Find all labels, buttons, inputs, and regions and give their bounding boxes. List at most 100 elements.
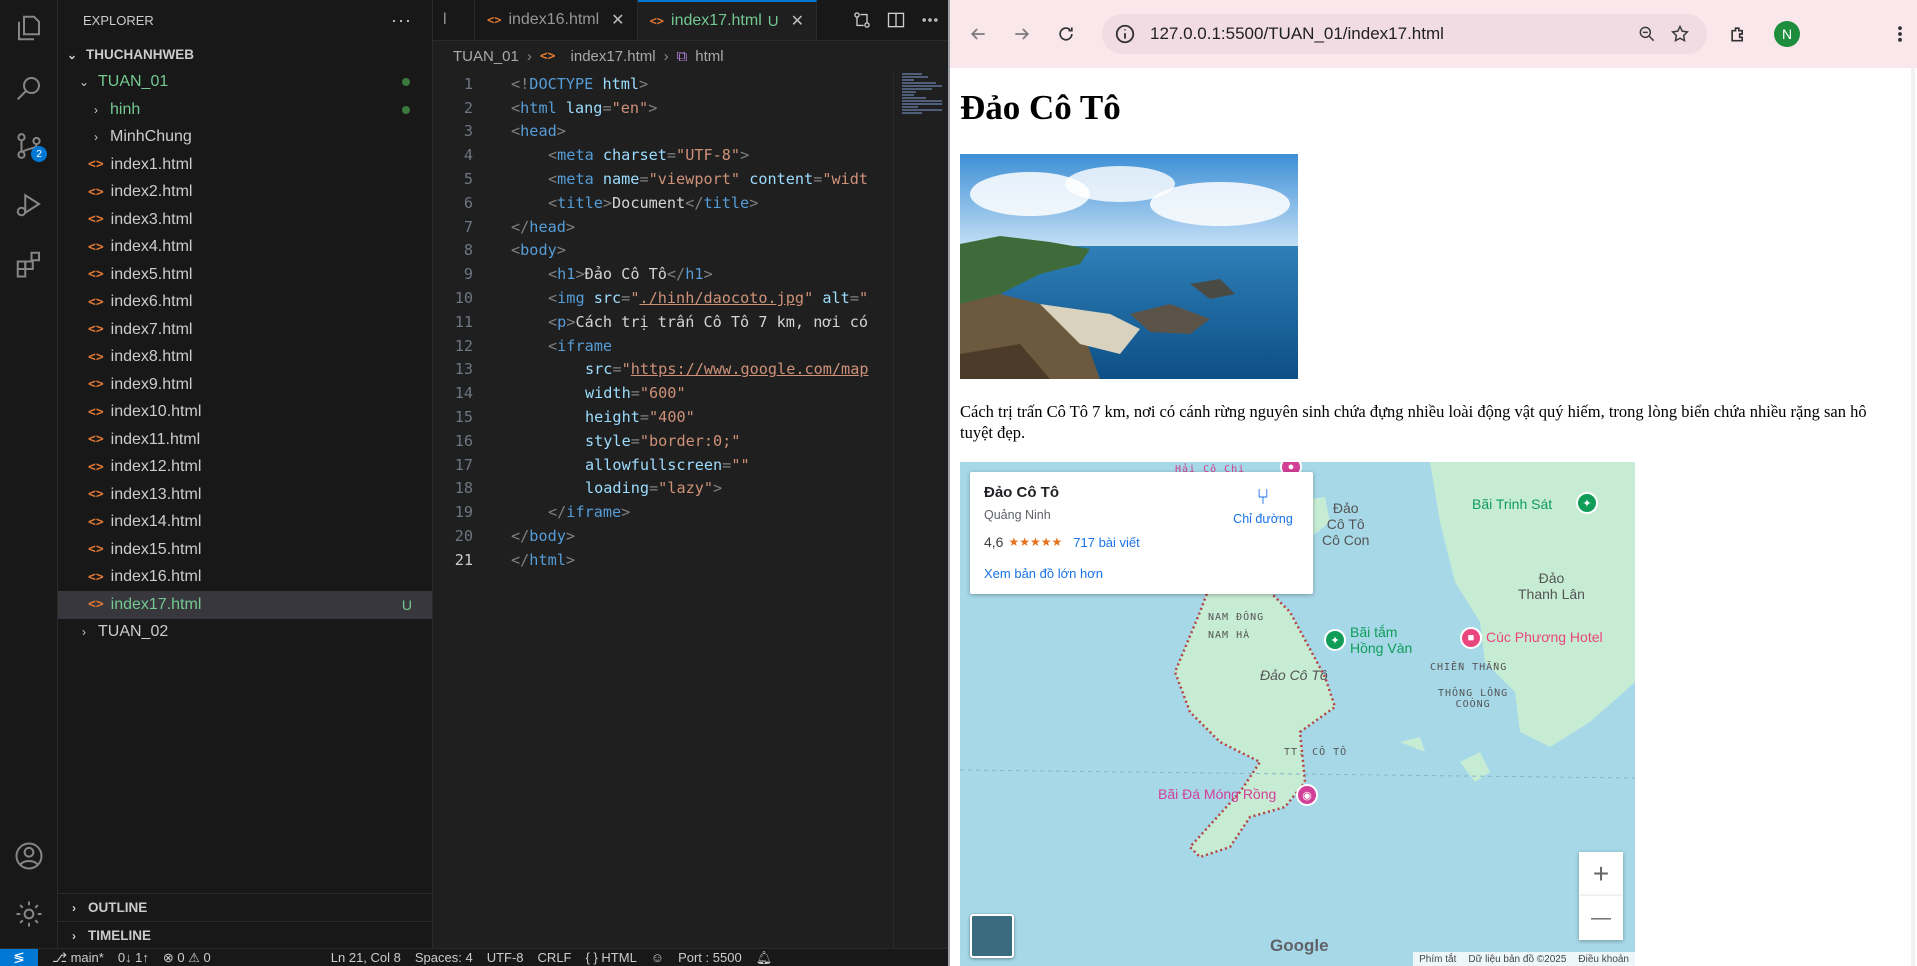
workspace-root[interactable]: ⌄ THUCHANHWEB	[58, 41, 432, 69]
code-text: allowfullscreen=""	[487, 456, 750, 474]
file-item[interactable]: <> index14.html	[58, 509, 432, 537]
shortcuts-link[interactable]: Phím tắt	[1419, 954, 1456, 965]
forward-icon[interactable]	[1010, 22, 1034, 46]
close-icon[interactable]: ✕	[611, 10, 624, 30]
account-icon[interactable]	[11, 838, 47, 874]
compare-changes-icon[interactable]	[852, 10, 872, 30]
modified-dot	[402, 105, 410, 114]
live-server-port[interactable]: Port : 5500	[678, 950, 742, 965]
extensions-puzzle-icon[interactable]	[1726, 22, 1750, 46]
explorer-icon[interactable]	[11, 10, 47, 46]
sync-indicator[interactable]: 0↓ 1↑	[118, 950, 149, 965]
directions-button[interactable]: ⑂ Chỉ đường	[1228, 486, 1298, 527]
more-actions-icon[interactable]: ···	[391, 10, 412, 31]
folder-tuan01[interactable]: ⌄ TUAN_01	[58, 69, 432, 97]
chevron-right-icon: ›	[82, 625, 86, 640]
terms-link[interactable]: Điều khoản	[1578, 954, 1629, 965]
page-scrollbar[interactable]	[1911, 68, 1915, 966]
zoom-in-button[interactable]: +	[1579, 852, 1623, 896]
code-text: <h1>Đảo Cô Tô</h1>	[487, 265, 713, 283]
file-item[interactable]: <> index1.html	[58, 151, 432, 179]
file-item[interactable]: <> index12.html	[58, 454, 432, 482]
code-editor[interactable]: 1 <!DOCTYPE html> 2 <html lang="en"> 3 <head>…	[433, 72, 893, 912]
zoom-icon[interactable]	[1637, 24, 1657, 44]
settings-gear-icon[interactable]	[11, 896, 47, 932]
remote-indicator-icon[interactable]: ≶	[0, 949, 38, 966]
file-item[interactable]: <> index3.html	[58, 206, 432, 234]
branch-indicator[interactable]: ⎇ main*	[52, 950, 104, 966]
beach-pin-icon[interactable]: ✦	[1324, 629, 1346, 651]
run-debug-icon[interactable]	[11, 186, 47, 222]
hotel-pin-icon[interactable]: ■	[1460, 627, 1482, 649]
reviews-link[interactable]: 717 bài viết	[1073, 535, 1140, 550]
back-icon[interactable]	[966, 22, 990, 46]
timeline-section[interactable]: › TIMELINE	[58, 921, 432, 949]
file-item[interactable]: <> index11.html	[58, 426, 432, 454]
map-label: TT. CÔ TÔ	[1284, 747, 1348, 758]
html-file-icon: <>	[88, 542, 104, 558]
code-token: "UTF-8"	[676, 146, 741, 165]
satellite-toggle-icon[interactable]	[970, 914, 1014, 958]
html-file-icon: <>	[88, 514, 104, 530]
file-item[interactable]: <> index9.html	[58, 371, 432, 399]
beach-pin-icon[interactable]: ✦	[1576, 492, 1598, 514]
copilot-icon[interactable]: ☺	[651, 950, 664, 965]
code-token: src	[584, 289, 622, 308]
code-token: ./hinh/daocoto.jpg	[639, 289, 805, 308]
tab-index17[interactable]: <> index17.html U ✕	[637, 0, 817, 40]
code-line: 6 <title>Document</title>	[433, 191, 893, 215]
breadcrumb-node[interactable]: html	[695, 48, 723, 65]
outline-section[interactable]: › OUTLINE	[58, 893, 432, 921]
search-icon[interactable]	[11, 70, 47, 106]
bookmark-star-icon[interactable]	[1670, 24, 1690, 44]
file-label: index16.html	[110, 568, 202, 586]
code-token: Đảo Cô Tô	[584, 265, 667, 284]
file-item[interactable]: <> index16.html	[58, 564, 432, 592]
breadcrumb-file[interactable]: index17.html	[571, 48, 656, 65]
breadcrumb-folder[interactable]: TUAN_01	[453, 48, 519, 65]
problems-indicator[interactable]: ⊗ 0 ⚠ 0	[163, 950, 211, 966]
language-mode[interactable]: { } HTML	[586, 950, 637, 965]
tab-index16[interactable]: <> index16.html ✕	[475, 0, 638, 40]
menu-icon[interactable]	[1888, 22, 1912, 46]
attraction-pin-icon[interactable]: ◉	[1296, 784, 1318, 806]
code-token: height	[585, 408, 640, 427]
view-larger-map-link[interactable]: Xem bản đồ lớn hơn	[984, 566, 1103, 581]
split-editor-icon[interactable]	[886, 10, 906, 30]
site-info-icon[interactable]	[1114, 23, 1136, 45]
indentation[interactable]: Spaces: 4	[415, 950, 473, 965]
folder-minhchung[interactable]: › MinhChung	[58, 124, 432, 152]
folder-tuan02[interactable]: › TUAN_02	[58, 619, 432, 647]
place-region: Quảng Ninh	[984, 508, 1051, 522]
profile-avatar[interactable]: N	[1774, 21, 1800, 47]
notifications-icon[interactable]: 🔔︎	[756, 950, 773, 966]
cursor-position[interactable]: Ln 21, Col 8	[331, 950, 401, 965]
zoom-out-button[interactable]: —	[1579, 896, 1623, 940]
more-actions-icon[interactable]	[920, 10, 940, 30]
reload-icon[interactable]	[1054, 22, 1078, 46]
file-item[interactable]: <> index7.html	[58, 316, 432, 344]
extensions-icon[interactable]	[11, 246, 47, 282]
source-control-icon[interactable]: 2	[11, 128, 47, 164]
file-item[interactable]: <> index6.html	[58, 289, 432, 317]
bottom-sections: › OUTLINE › TIMELINE	[58, 893, 432, 949]
file-item[interactable]: <> index5.html	[58, 261, 432, 289]
line-number: 14	[454, 384, 473, 403]
line-ending[interactable]: CRLF	[538, 950, 572, 965]
file-item[interactable]: <> index13.html	[58, 481, 432, 509]
file-item[interactable]: <> index8.html	[58, 344, 432, 372]
tab-partial[interactable]: l	[433, 0, 475, 40]
file-item[interactable]: <> index17.html U	[58, 591, 432, 619]
encoding[interactable]: UTF-8	[487, 950, 524, 965]
minimap[interactable]	[893, 72, 948, 948]
google-map-embed[interactable]: ● Hải Cô Chi Đảo Cô Tô Cô Con ✦ Bãi Trin…	[960, 462, 1635, 966]
html-file-icon: <>	[88, 569, 104, 585]
code-token: >	[621, 503, 631, 522]
address-bar[interactable]: 127.0.0.1:5500/TUAN_01/index17.html	[1102, 14, 1707, 54]
file-item[interactable]: <> index2.html	[58, 179, 432, 207]
folder-hinh[interactable]: › hinh	[58, 96, 432, 124]
file-item[interactable]: <> index10.html	[58, 399, 432, 427]
file-item[interactable]: <> index4.html	[58, 234, 432, 262]
close-icon[interactable]: ✕	[791, 11, 804, 31]
file-item[interactable]: <> index15.html	[58, 536, 432, 564]
